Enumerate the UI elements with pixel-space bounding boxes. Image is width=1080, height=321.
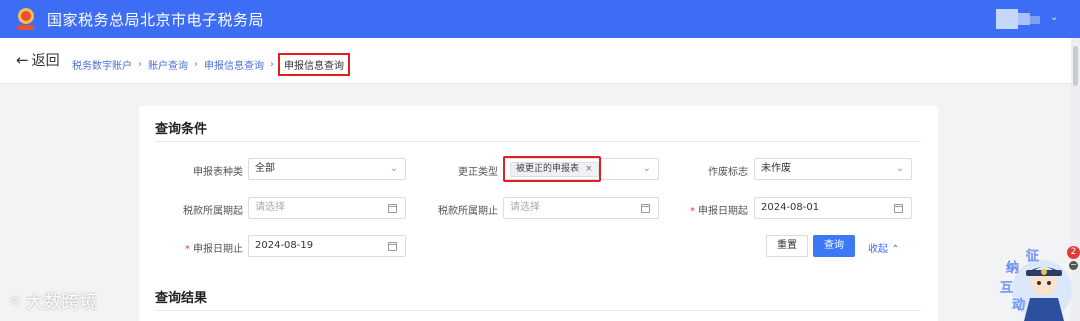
notification-badge: 2 [1067,246,1080,259]
report-type-label: 申报表种类 [193,167,243,178]
chevron-right-icon: › [270,59,274,70]
divider [155,310,921,311]
query-button[interactable]: 查询 [813,235,855,257]
mascot-label: 征 [1026,249,1039,264]
back-label: 返回 [31,53,60,69]
query-card: 查询条件 申报表种类 全部 ⌄ 更正类型 被更正的申报表 × ⌄ 作废标志 未作废… [139,106,938,321]
chevron-down-icon[interactable]: ⌄ [1050,12,1058,23]
app-title: 国家税务总局北京市电子税务局 [47,11,265,29]
minimize-icon[interactable]: − [1069,261,1078,270]
mascot-label: 动 [1012,298,1025,313]
breadcrumb: 税务数字账户 › 账户查询 › 申报信息查询 › 申报信息查询 [72,53,350,76]
declare-date-start-input[interactable]: 2024-08-01 [754,197,912,219]
tax-bureau-emblem-icon [18,8,34,30]
breadcrumb-current: 申报信息查询 [278,53,350,76]
void-flag-select[interactable]: 未作废 ⌄ [754,158,912,180]
calendar-icon [388,242,397,251]
breadcrumb-item[interactable]: 税务数字账户 [72,57,132,72]
declare-date-end-label: * 申报日期止 [185,244,243,255]
calendar-icon [388,204,397,213]
void-flag-label: 作废标志 [708,167,748,178]
chevron-right-icon: › [194,59,198,70]
watermark-logo-icon: ☼ [8,292,22,310]
breadcrumb-item[interactable]: 申报信息查询 [204,57,264,72]
mascot-label: 纳 [1006,261,1019,276]
reset-button[interactable]: 重置 [766,235,808,257]
calendar-icon [894,204,903,213]
arrow-left-icon: ← [16,51,29,69]
chevron-down-icon: ⌄ [895,163,904,174]
tax-period-start-input[interactable]: 请选择 [248,197,406,219]
chevron-right-icon: › [138,59,142,70]
user-avatar[interactable] [996,9,1044,29]
breadcrumb-bar: ← 返回 税务数字账户 › 账户查询 › 申报信息查询 › 申报信息查询 [0,38,1080,84]
calendar-icon [641,204,650,213]
report-type-select[interactable]: 全部 ⌄ [248,158,406,180]
chevron-up-icon: ⌃ [891,244,900,255]
divider [155,141,921,142]
mascot-label: 互 [1000,281,1013,296]
query-conditions-title: 查询条件 [155,122,208,137]
declare-date-end-input[interactable]: 2024-08-19 [248,235,406,257]
tax-period-end-label: 税款所属期止 [438,206,498,217]
breadcrumb-item[interactable]: 账户查询 [148,57,188,72]
watermark: ☼ 大数跨境 [8,292,98,313]
declare-date-start-label: * 申报日期起 [690,206,748,217]
chevron-down-icon: ⌄ [642,163,651,174]
correction-type-label: 更正类型 [458,167,498,178]
chevron-down-icon: ⌄ [389,163,398,174]
query-results-title: 查询结果 [155,291,208,306]
tax-period-start-label: 税款所属期起 [183,206,243,217]
highlight-box [503,156,601,182]
back-button[interactable]: ← 返回 [16,50,60,70]
tax-period-end-input[interactable]: 请选择 [503,197,659,219]
app-header: 国家税务总局北京市电子税务局 ⌄ [0,0,1080,38]
collapse-toggle[interactable]: 收起 ⌃ [868,240,900,255]
assistant-mascot[interactable]: 征 纳 互 动 [998,246,1074,321]
